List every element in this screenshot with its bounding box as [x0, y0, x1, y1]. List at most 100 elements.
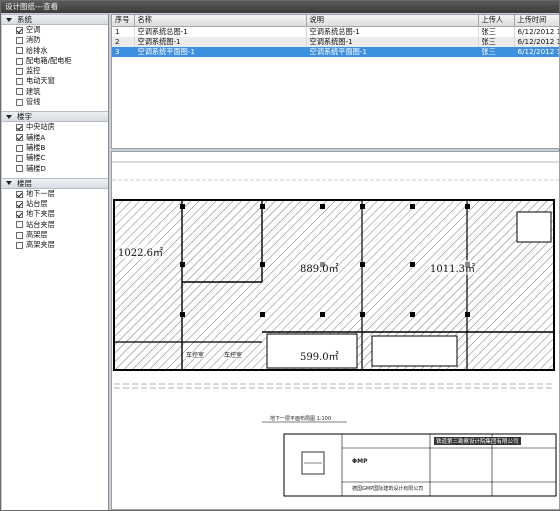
- checkbox-checked-icon[interactable]: [16, 134, 23, 142]
- filter-item-annex-b[interactable]: 辅楼B: [2, 143, 108, 153]
- main-window: 设计图纸---查看 系统 空调 消防 给排水 配电箱/配电柜 监控 电动天窗 建…: [0, 0, 560, 511]
- filter-label: 消防: [26, 35, 41, 45]
- filter-label: 地下一层: [26, 188, 55, 198]
- filter-item-central-station[interactable]: 中央站房: [2, 122, 108, 132]
- filter-item-fire[interactable]: 消防: [2, 35, 108, 45]
- checkbox-icon[interactable]: [16, 78, 23, 86]
- filter-label: 建筑: [26, 86, 41, 96]
- collapse-triangle-icon[interactable]: [6, 17, 12, 22]
- section-header-building[interactable]: 楼宇: [2, 111, 108, 123]
- room-label: 车控室: [224, 350, 243, 359]
- table-header-row: 序号 名称 说明 上传人 上传时间: [112, 15, 559, 27]
- cell-time: 6/12/2012 11:: [514, 26, 559, 37]
- cell-name: 空调系统图-1: [134, 36, 307, 47]
- filter-item-annex-c[interactable]: 辅楼C: [2, 153, 108, 163]
- window-title: 设计图纸---查看: [1, 1, 559, 13]
- area-label: 599.0㎡: [300, 348, 339, 363]
- drawing-list-table: 序号 名称 说明 上传人 上传时间 1 空调系统总图-1 空调系统总图-1 张三…: [111, 14, 560, 149]
- checkbox-checked-icon[interactable]: [16, 26, 23, 34]
- checkbox-icon[interactable]: [16, 47, 23, 55]
- drawing-caption: 地下一层平面布局图 1:100: [270, 416, 331, 422]
- filter-item-platform-mezz[interactable]: 站台夹层: [2, 220, 108, 230]
- filter-label: 配电箱/配电柜: [26, 55, 72, 65]
- checkbox-icon[interactable]: [16, 98, 23, 106]
- checkbox-checked-icon[interactable]: [16, 211, 23, 219]
- cell-no: 1: [112, 26, 135, 37]
- checkbox-icon[interactable]: [16, 57, 23, 65]
- cell-no: 2: [112, 36, 135, 47]
- filter-item-monitor[interactable]: 监控: [2, 66, 108, 76]
- cell-no: 3: [112, 46, 135, 57]
- room: [516, 211, 552, 243]
- checkbox-icon[interactable]: [16, 231, 23, 239]
- cell-desc: 空调系统图-1: [306, 36, 479, 47]
- checkbox-icon[interactable]: [16, 165, 23, 173]
- filter-item-pipeline[interactable]: 管线: [2, 97, 108, 107]
- filter-item-platform[interactable]: 站台层: [2, 199, 108, 209]
- column-header-desc[interactable]: 说明: [306, 15, 479, 27]
- checkbox-icon[interactable]: [16, 67, 23, 75]
- cell-desc: 空调系统总图-1: [306, 26, 479, 37]
- filter-label: 电动天窗: [26, 76, 55, 86]
- cell-uploader: 张三: [478, 36, 515, 47]
- cell-name: 空调系统平面图-1: [134, 46, 307, 57]
- filter-item-skylight[interactable]: 电动天窗: [2, 76, 108, 86]
- floor-plan-drawing: [112, 161, 559, 497]
- filter-item-elevated-mezz[interactable]: 高架夹层: [2, 240, 108, 250]
- column-header-time[interactable]: 上传时间: [514, 15, 559, 27]
- section-header-system[interactable]: 系统: [2, 14, 108, 25]
- table-row[interactable]: 2 空调系统图-1 空调系统图-1 张三 6/12/2012 11:: [112, 36, 559, 47]
- filter-label: 给排水: [26, 45, 48, 55]
- cell-time: 6/12/2012 11:: [514, 46, 559, 57]
- collapse-triangle-icon[interactable]: [6, 114, 12, 119]
- checkbox-icon[interactable]: [16, 88, 23, 96]
- filter-sidebar: 系统 空调 消防 给排水 配电箱/配电柜 监控 电动天窗 建筑 管线 楼宇 中央…: [2, 14, 109, 510]
- checkbox-icon[interactable]: [16, 36, 23, 44]
- filter-item-building[interactable]: 建筑: [2, 87, 108, 97]
- column-header-uploader[interactable]: 上传人: [478, 15, 515, 27]
- checkbox-icon[interactable]: [16, 221, 23, 229]
- filter-label: 站台层: [26, 199, 48, 209]
- collapse-triangle-icon[interactable]: [6, 181, 12, 186]
- checkbox-icon[interactable]: [16, 241, 23, 249]
- filter-item-elevated[interactable]: 高架层: [2, 230, 108, 240]
- checkbox-checked-icon[interactable]: [16, 200, 23, 208]
- filter-item-annex-a[interactable]: 辅楼A: [2, 133, 108, 143]
- filter-item-b-mezz[interactable]: 地下夹层: [2, 209, 108, 219]
- room: [371, 335, 458, 367]
- title-block-company: 铁道第三勘察设计院集团有限公司: [434, 437, 521, 445]
- cell-uploader: 张三: [478, 46, 515, 57]
- area-label: 1022.6㎡: [118, 244, 163, 259]
- filter-label: 空调: [26, 25, 41, 34]
- filter-label: 站台夹层: [26, 219, 55, 229]
- filter-item-power[interactable]: 配电箱/配电柜: [2, 56, 108, 66]
- drawing-preview[interactable]: 1022.6㎡ 889.0㎡ 1011.3㎡ 599.0㎡ 车控室 车控室 地下…: [111, 151, 560, 510]
- table-row[interactable]: 1 空调系统总图-1 空调系统总图-1 张三 6/12/2012 11:: [112, 26, 559, 37]
- filter-label: 辅楼B: [26, 142, 46, 152]
- column-header-no[interactable]: 序号: [112, 15, 135, 27]
- cell-uploader: 张三: [478, 26, 515, 37]
- filter-label: 辅楼D: [26, 163, 46, 173]
- filter-item-ac[interactable]: 空调: [2, 25, 108, 35]
- table-row-selected[interactable]: 3 空调系统平面图-1 空调系统平面图-1 张三 6/12/2012 11:: [112, 46, 559, 57]
- section-title: 楼层: [17, 178, 32, 188]
- filter-item-water[interactable]: 给排水: [2, 46, 108, 56]
- column-header-name[interactable]: 名称: [134, 15, 307, 27]
- filter-label: 高架层: [26, 230, 48, 240]
- filter-label: 辅楼C: [26, 153, 46, 163]
- filter-item-b1[interactable]: 地下一层: [2, 189, 108, 199]
- section-header-floor[interactable]: 楼层: [2, 177, 108, 189]
- filter-item-annex-d[interactable]: 辅楼D: [2, 164, 108, 174]
- filter-label: 高架夹层: [26, 240, 55, 250]
- checkbox-checked-icon[interactable]: [16, 124, 23, 132]
- checkbox-checked-icon[interactable]: [16, 190, 23, 198]
- filter-label: 管线: [26, 97, 41, 107]
- filter-label: 辅楼A: [26, 132, 46, 142]
- area-label: 889.0㎡: [300, 260, 339, 275]
- checkbox-icon[interactable]: [16, 144, 23, 152]
- checkbox-icon[interactable]: [16, 154, 23, 162]
- area-label: 1011.3㎡: [430, 260, 475, 275]
- cell-desc: 空调系统平面图-1: [306, 46, 479, 57]
- gmp-logo: ΦMP: [352, 458, 368, 465]
- section-title: 系统: [17, 15, 32, 24]
